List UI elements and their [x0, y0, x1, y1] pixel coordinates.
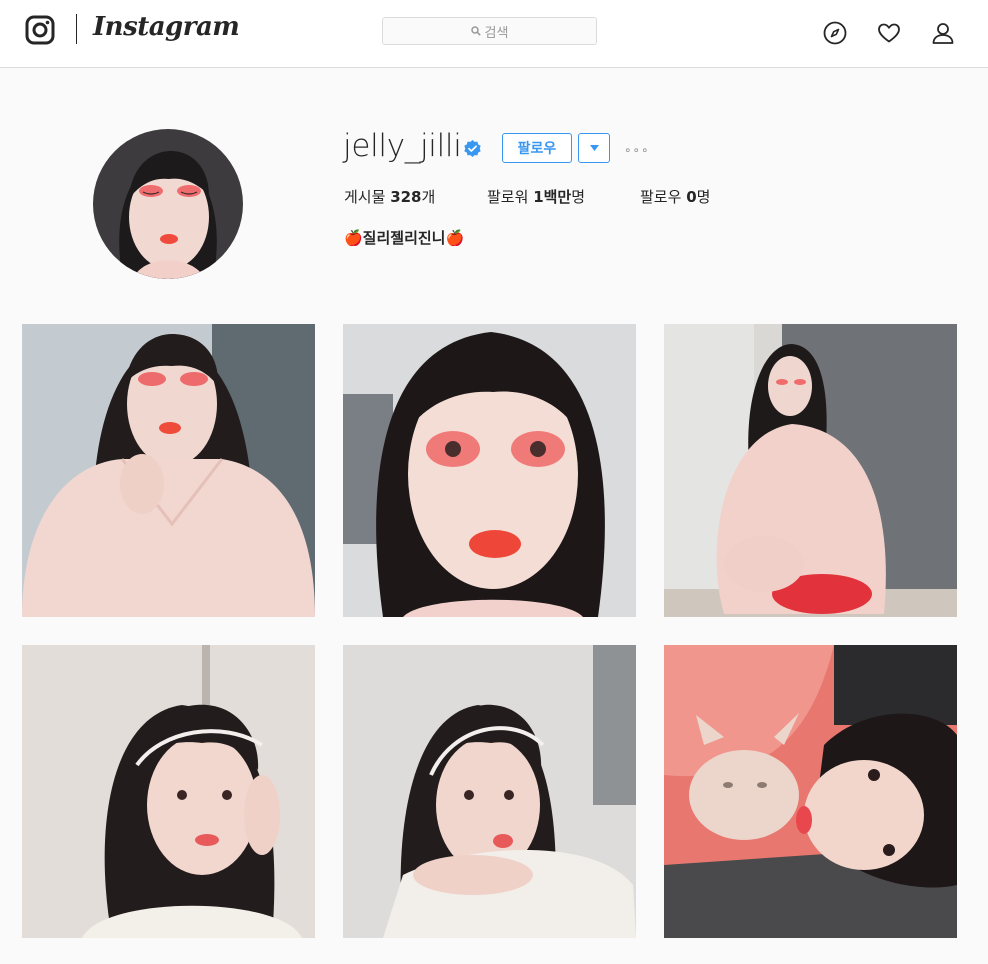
- instagram-wordmark[interactable]: Instagram: [93, 12, 240, 42]
- followers-count-value: 1백만: [533, 188, 572, 206]
- posts-count: 게시물 328개: [344, 188, 436, 206]
- search-placeholder: 검색: [484, 25, 509, 41]
- profile-avatar[interactable]: [93, 129, 243, 279]
- follow-button[interactable]: 팔로우: [502, 133, 572, 163]
- compass-icon[interactable]: [822, 20, 848, 46]
- followers-count[interactable]: 팔로워 1백만명: [487, 186, 585, 207]
- post-thumbnail[interactable]: [22, 645, 315, 938]
- profile-username: jelly_jilli: [343, 128, 462, 164]
- user-icon[interactable]: [930, 20, 956, 46]
- logo-divider: [76, 14, 77, 44]
- profile-bio: 🍎질리젤리진니🍎: [344, 229, 465, 247]
- more-options-button[interactable]: ∘∘∘: [624, 143, 650, 157]
- post-thumbnail[interactable]: [343, 645, 636, 938]
- post-thumbnail[interactable]: [22, 324, 315, 617]
- chevron-down-icon: [589, 145, 599, 151]
- post-thumbnail[interactable]: [664, 645, 957, 938]
- verified-badge-icon: [464, 139, 481, 158]
- search-input[interactable]: 검색: [382, 17, 597, 45]
- posts-count-value: 328: [390, 188, 422, 206]
- post-thumbnail[interactable]: [343, 324, 636, 617]
- post-thumbnail[interactable]: [664, 324, 957, 617]
- following-count-value: 0: [686, 188, 697, 206]
- heart-icon[interactable]: [876, 20, 902, 46]
- top-navigation-bar: Instagram 검색: [0, 0, 988, 68]
- search-icon: [470, 26, 481, 36]
- instagram-glyph-icon[interactable]: [25, 15, 55, 45]
- follow-options-button[interactable]: [578, 133, 610, 163]
- following-count[interactable]: 팔로우 0명: [640, 186, 710, 207]
